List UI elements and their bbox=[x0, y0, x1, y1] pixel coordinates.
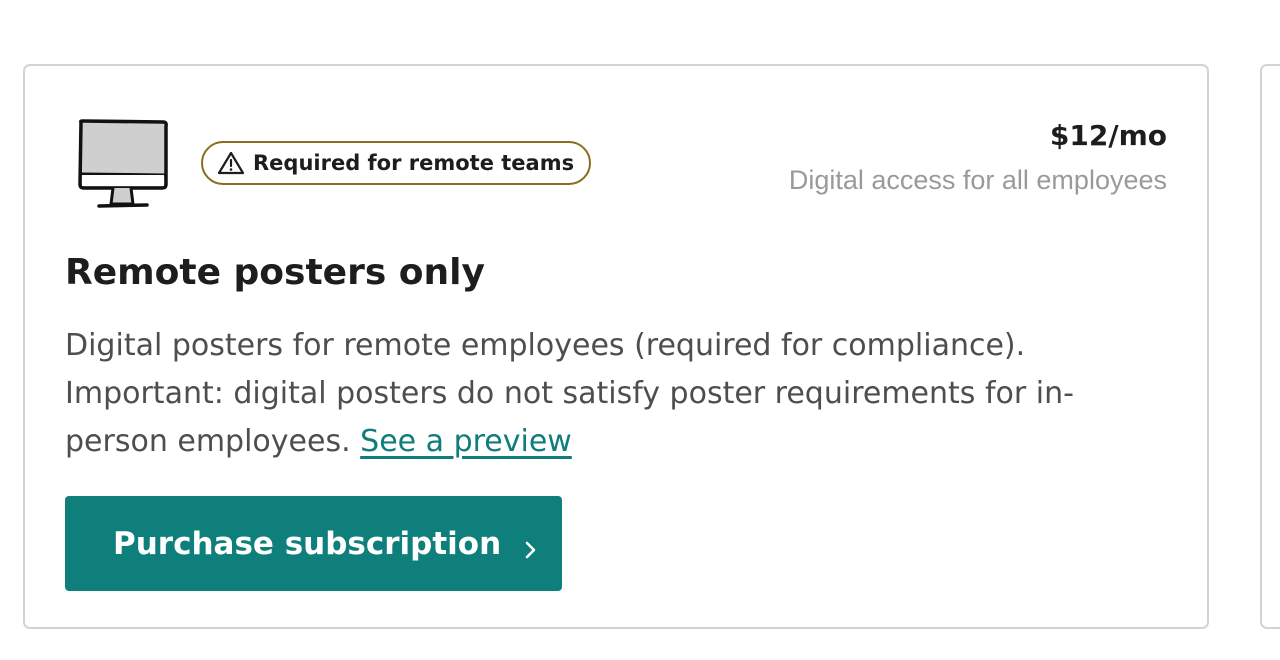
purchase-button-label: Purchase subscription bbox=[113, 525, 502, 562]
badge-label: Required for remote teams bbox=[253, 151, 575, 175]
remote-posters-card: Required for remote teams $12/mo Digital… bbox=[23, 64, 1209, 629]
next-card-edge bbox=[1260, 64, 1280, 629]
page: Required for remote teams $12/mo Digital… bbox=[0, 0, 1280, 660]
required-badge: Required for remote teams bbox=[201, 141, 592, 185]
desktop-monitor-icon bbox=[75, 118, 171, 214]
warning-triangle-icon bbox=[217, 151, 245, 175]
see-preview-link[interactable]: See a preview bbox=[360, 424, 572, 459]
card-description: Digital posters for remote employees (re… bbox=[65, 322, 1175, 466]
price: $12/mo bbox=[1049, 119, 1167, 152]
price-block: $12/mo Digital access for all employees bbox=[789, 116, 1167, 200]
chevron-right-icon bbox=[523, 533, 539, 558]
price-subtitle: Digital access for all employees bbox=[788, 165, 1167, 195]
card-title: Remote posters only bbox=[65, 252, 485, 293]
purchase-subscription-button[interactable]: Purchase subscription bbox=[65, 496, 562, 591]
